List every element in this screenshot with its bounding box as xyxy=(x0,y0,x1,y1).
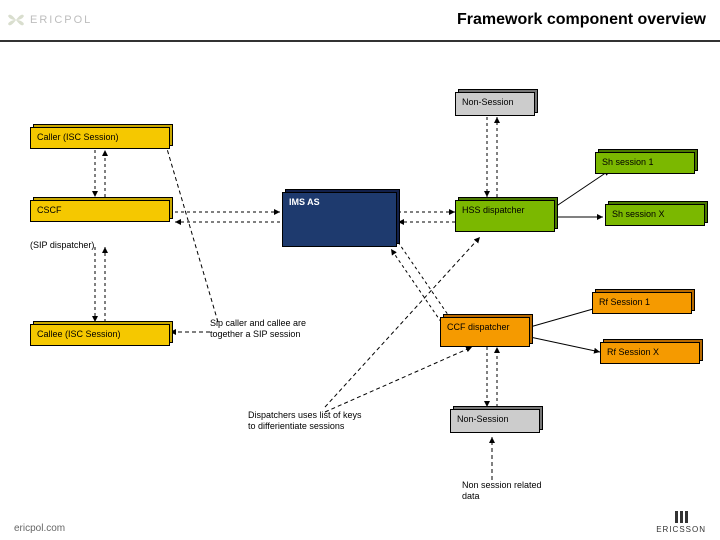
box-non-session-bottom: Non-Session xyxy=(450,409,540,433)
box-ccf-dispatcher: CCF dispatcher xyxy=(440,317,530,347)
butterfly-icon xyxy=(6,10,26,30)
box-non-session-top: Non-Session xyxy=(455,92,535,116)
header-bar: ERICPOL Framework component overview xyxy=(0,0,720,42)
box-sh-session-x: Sh session X xyxy=(605,204,705,226)
box-callee: Callee (ISC Session) xyxy=(30,324,170,346)
diagram-canvas: Non-Session Caller (ISC Session) Sh sess… xyxy=(0,42,720,512)
ericsson-bars-icon xyxy=(675,511,688,523)
box-ims-as: IMS AS xyxy=(282,192,397,247)
note-non-session-data: Non session related data xyxy=(462,480,542,502)
page-title: Framework component overview xyxy=(457,11,706,29)
box-caller: Caller (ISC Session) xyxy=(30,127,170,149)
connector-lines xyxy=(0,42,720,512)
brand-text: ERICPOL xyxy=(30,14,92,26)
box-sh-session-1: Sh session 1 xyxy=(595,152,695,174)
note-dispatchers-keys: Dispatchers uses list of keys to differi… xyxy=(248,410,368,432)
box-cscf: CSCF xyxy=(30,200,170,222)
brand-logo: ERICPOL xyxy=(6,10,92,30)
note-sip-session: Sip caller and callee are together a SIP… xyxy=(210,318,310,340)
box-rf-session-1: Rf Session 1 xyxy=(592,292,692,314)
label-sip-dispatcher: (SIP dispatcher) xyxy=(30,240,94,251)
ericsson-text: ERICSSON xyxy=(656,525,706,534)
box-hss-dispatcher: HSS dispatcher xyxy=(455,200,555,232)
ericsson-logo: ERICSSON xyxy=(656,511,706,534)
box-rf-session-x: Rf Session X xyxy=(600,342,700,364)
footer-url: ericpol.com xyxy=(14,523,65,534)
